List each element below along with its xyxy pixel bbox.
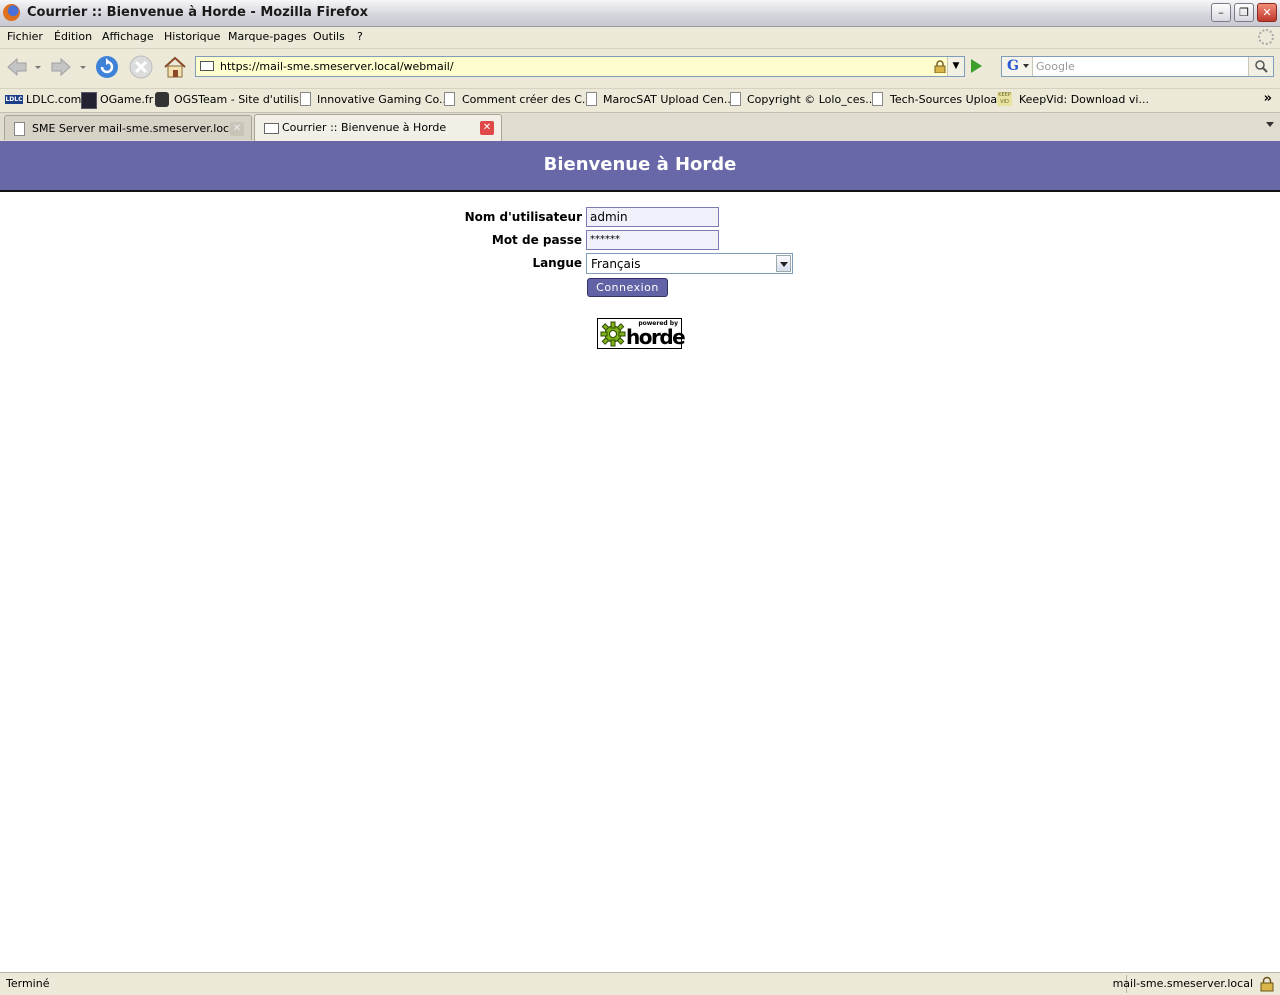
chevron-right-double-icon[interactable]: » [1264,91,1272,106]
menu-help[interactable]: ? [357,30,363,43]
padlock-icon[interactable] [934,60,946,73]
search-placeholder: Google [1036,60,1075,73]
bookmark-ogsteam[interactable]: OGSTeam - Site d'utilis... [174,93,310,106]
page-icon [586,92,597,106]
tab-label: Courrier :: Bienvenue à Horde [282,121,447,134]
status-bar: Terminé mail-sme.smeserver.local [0,972,1280,995]
window-title: Courrier :: Bienvenue à Horde - Mozilla … [27,5,368,20]
page-content: Bienvenue à Horde Nom d'utilisateur admi… [0,141,1280,972]
go-arrow-icon[interactable] [971,59,982,73]
keepvid-icon: KEEP VID [997,92,1012,106]
close-tab-icon[interactable]: ✕ [480,121,494,135]
bookmark-comment-creer[interactable]: Comment créer des C... [462,93,592,106]
tab-list-dropdown-icon[interactable] [1266,122,1274,127]
bookmark-tech-sources[interactable]: Tech-Sources Upload [890,93,1004,106]
page-title: Bienvenue à Horde [543,154,737,175]
search-bar[interactable]: G Google [1001,56,1274,77]
bookmark-copyright-lolo[interactable]: Copyright © Lolo_ces... [747,93,876,106]
stop-icon[interactable] [128,54,154,80]
window-title-bar[interactable]: Courrier :: Bienvenue à Horde - Mozilla … [0,0,1280,27]
url-history-dropdown-icon[interactable]: ▼ [947,57,964,76]
status-host: mail-sme.smeserver.local [1112,977,1253,990]
powered-by-horde-logo[interactable]: powered by horde [597,318,686,349]
tab-courrier-horde[interactable]: Courrier :: Bienvenue à Horde ✕ [254,114,502,141]
tab-label: SME Server mail-sme.smeserver.local [32,122,239,135]
restore-button[interactable]: ❐ [1234,3,1254,22]
page-icon [14,122,25,136]
url-text: https://mail-sme.smeserver.local/webmail… [220,60,454,73]
ogame-icon [81,92,97,109]
padlock-icon[interactable] [1260,976,1274,992]
tab-sme-server[interactable]: SME Server mail-sme.smeserver.local ✕ [4,115,252,140]
close-tab-icon[interactable]: ✕ [230,122,244,136]
username-label: Nom d'utilisateur [464,210,582,224]
back-arrow-icon[interactable] [4,54,30,80]
bookmark-ldlc[interactable]: LDLC.com [26,93,81,106]
throbber-icon [1258,29,1274,45]
minimize-button[interactable]: – [1211,3,1231,22]
bookmark-innovative-gaming[interactable]: Innovative Gaming Co... [317,93,450,106]
mail-icon [264,123,279,134]
language-select[interactable]: Français [586,253,793,274]
language-label: Langue [532,256,582,270]
bookmark-keepvid[interactable]: KeepVid: Download vi... [1019,93,1149,106]
language-selected-value: Français [591,257,641,271]
menu-bar: Fichier Édition Affichage Historique Mar… [0,27,1280,49]
google-g-icon: G [1007,58,1019,74]
username-field[interactable]: admin [586,207,719,227]
page-icon [872,92,883,106]
site-favicon-mail-icon [200,61,214,71]
page-icon [730,92,741,106]
horde-gear-icon [600,321,626,347]
tab-strip: SME Server mail-sme.smeserver.local ✕ Co… [0,112,1280,142]
status-text: Terminé [6,977,50,990]
search-icon[interactable] [1248,57,1273,76]
bookmark-ogame[interactable]: OGame.fr [100,93,153,106]
close-window-button[interactable]: ✕ [1257,3,1277,22]
back-history-dropdown-icon[interactable] [33,54,43,80]
forward-arrow-icon[interactable] [48,54,74,80]
password-field[interactable]: ****** [586,230,719,250]
firefox-icon [3,4,20,21]
home-icon[interactable] [162,54,188,80]
login-button[interactable]: Connexion [587,278,668,297]
chevron-down-icon[interactable] [776,255,791,272]
page-icon [300,92,311,106]
page-icon [444,92,455,106]
ldlc-icon: LDLC [5,95,23,104]
logo-horde-text: horde [626,325,686,349]
reload-icon[interactable] [94,54,120,80]
menu-outils[interactable]: Outils [313,30,345,43]
menu-affichage[interactable]: Affichage [102,30,154,43]
password-label: Mot de passe [491,233,582,247]
bookmark-marocsat[interactable]: MarocSAT Upload Cen... [603,93,734,106]
horde-header: Bienvenue à Horde [0,141,1280,192]
menu-marque-pages[interactable]: Marque-pages [228,30,306,43]
ogsteam-icon [155,92,169,107]
forward-history-dropdown-icon[interactable] [78,54,88,80]
menu-edition[interactable]: Édition [54,30,92,43]
menu-historique[interactable]: Historique [164,30,220,43]
search-engine-selector[interactable]: G [1002,57,1033,76]
url-bar[interactable]: https://mail-sme.smeserver.local/webmail… [195,56,965,77]
menu-fichier[interactable]: Fichier [7,30,43,43]
bookmarks-toolbar: LDLC LDLC.com OGame.fr OGSTeam - Site d'… [0,88,1280,112]
navigation-toolbar: https://mail-sme.smeserver.local/webmail… [0,49,1280,87]
chevron-down-icon [1023,64,1029,68]
